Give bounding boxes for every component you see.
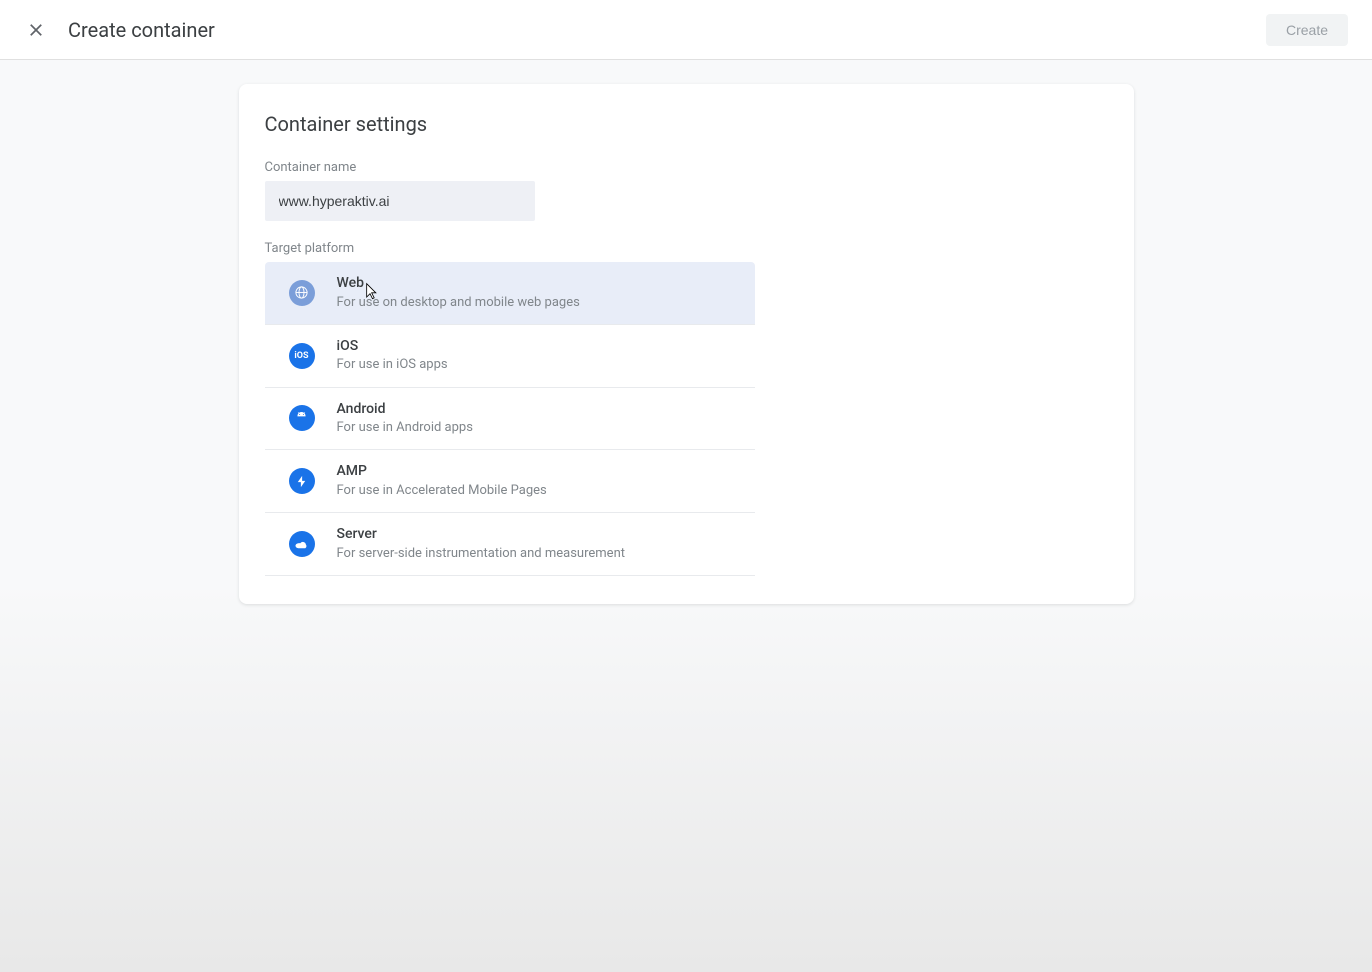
platform-text: AMP For use in Accelerated Mobile Pages [337,462,547,500]
platform-option-server[interactable]: Server For server-side instrumentation a… [265,513,755,576]
close-icon [27,21,45,39]
settings-card: Container settings Container name Target… [239,84,1134,604]
platform-desc: For use on desktop and mobile web pages [337,294,580,312]
card-title: Container settings [239,112,1134,160]
platform-option-amp[interactable]: AMP For use in Accelerated Mobile Pages [265,450,755,513]
close-button[interactable] [24,18,48,42]
header-left: Create container [24,18,215,42]
web-icon [289,280,315,306]
platform-name: iOS [337,337,448,357]
platform-desc: For use in iOS apps [337,356,448,374]
platform-text: Android For use in Android apps [337,400,473,438]
target-platform-label: Target platform [239,241,1134,262]
platform-desc: For use in Accelerated Mobile Pages [337,482,547,500]
platform-option-ios[interactable]: iOS iOS For use in iOS apps [265,325,755,388]
platform-name: Server [337,525,626,545]
container-name-input[interactable] [265,181,535,221]
platform-name: AMP [337,462,547,482]
platform-name: Web [337,274,580,294]
platform-list: Web For use on desktop and mobile web pa… [265,262,755,576]
create-button[interactable]: Create [1266,14,1348,46]
server-icon [289,531,315,557]
content-area: Container settings Container name Target… [0,60,1372,604]
android-icon [289,405,315,431]
amp-icon [289,468,315,494]
platform-text: Server For server-side instrumentation a… [337,525,626,563]
dialog-title: Create container [68,18,215,42]
platform-option-web[interactable]: Web For use on desktop and mobile web pa… [265,262,755,325]
dialog-header: Create container Create [0,0,1372,60]
ios-icon: iOS [289,343,315,369]
platform-option-android[interactable]: Android For use in Android apps [265,388,755,451]
platform-desc: For server-side instrumentation and meas… [337,545,626,563]
platform-text: Web For use on desktop and mobile web pa… [337,274,580,312]
platform-desc: For use in Android apps [337,419,473,437]
container-name-label: Container name [239,160,1134,181]
platform-name: Android [337,400,473,420]
platform-text: iOS For use in iOS apps [337,337,448,375]
